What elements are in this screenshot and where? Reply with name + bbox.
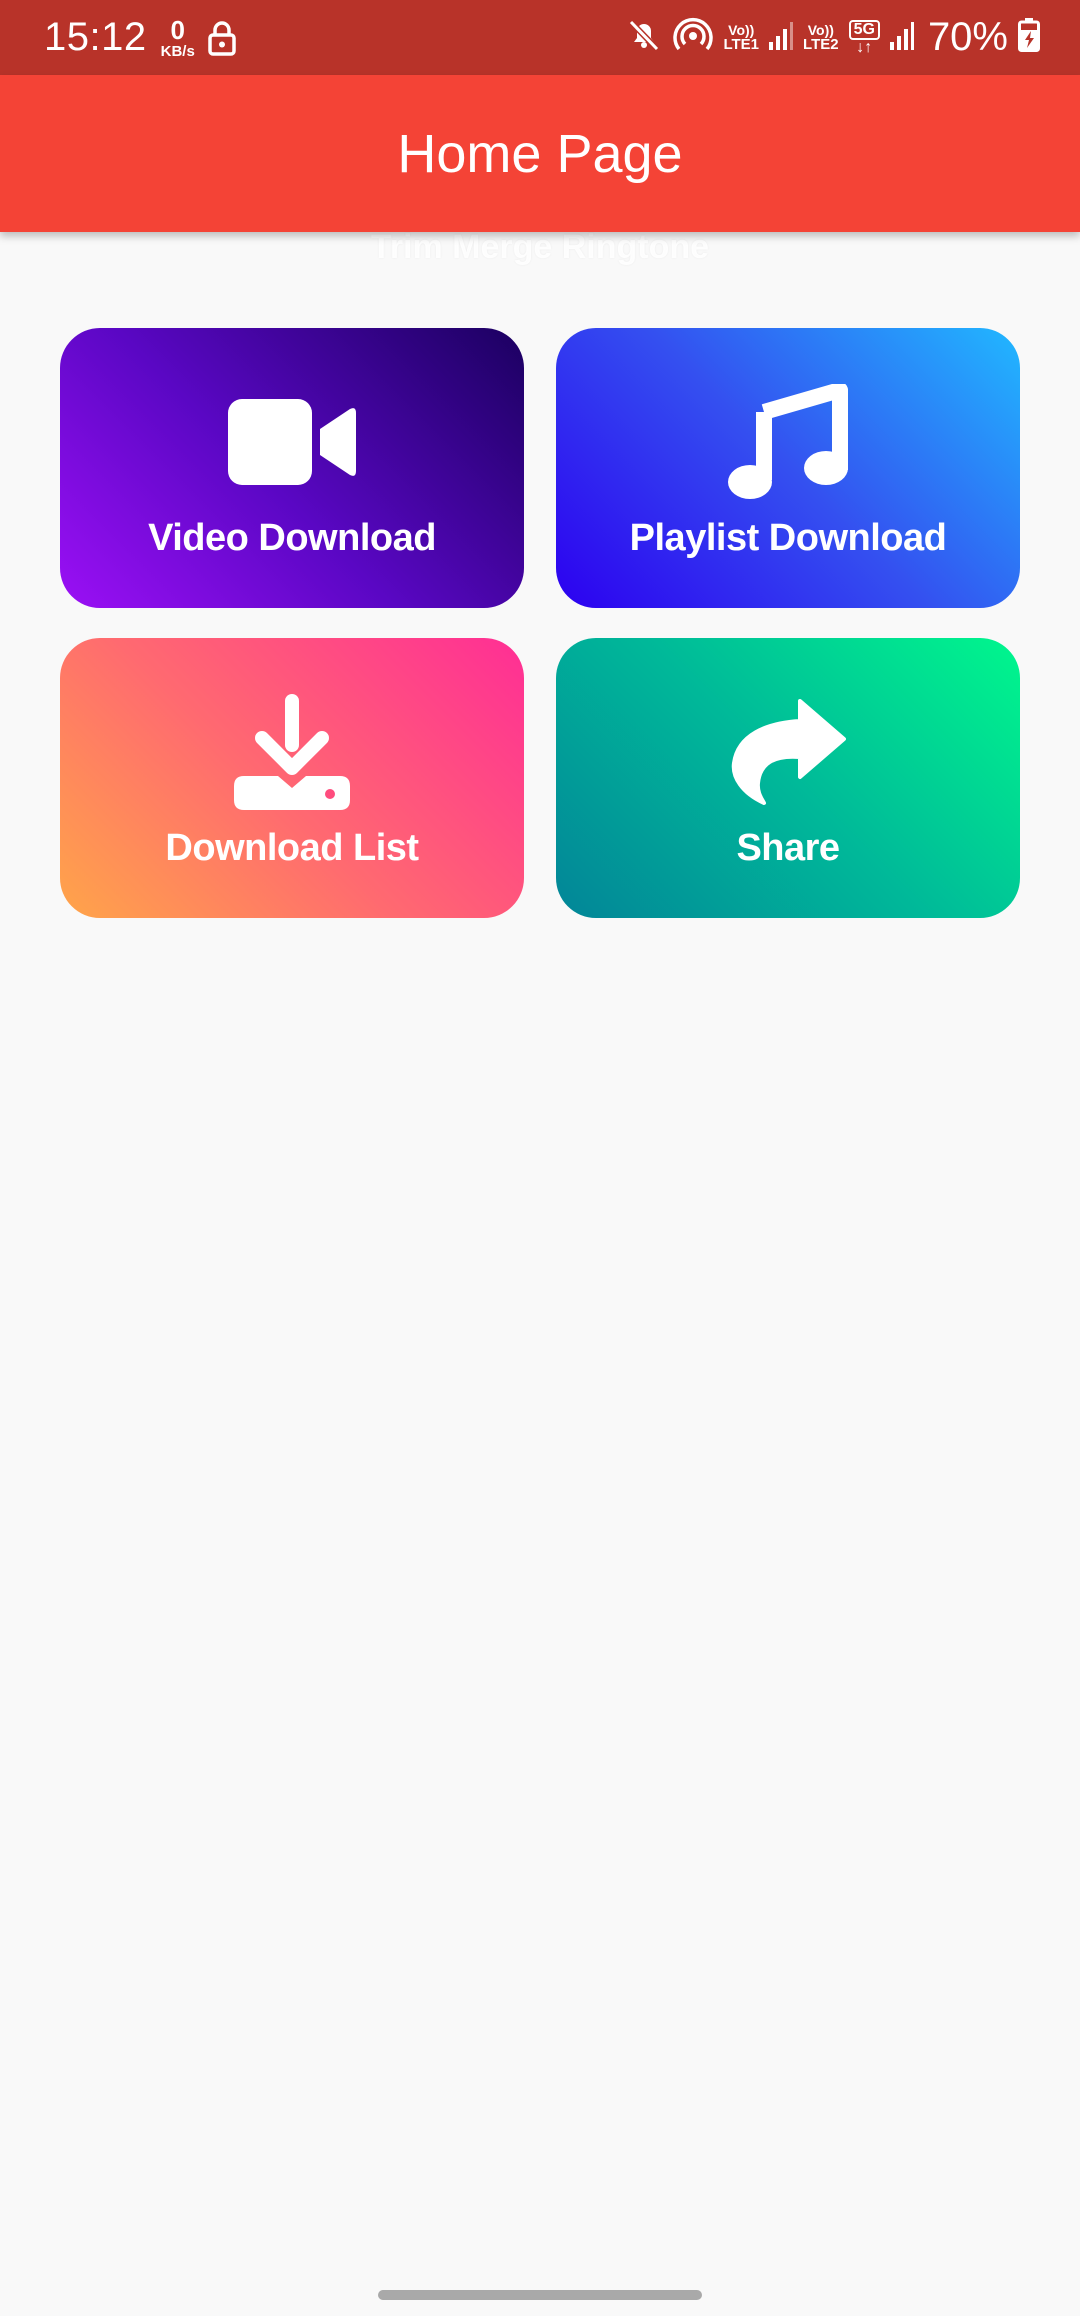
status-bar-left: 15:12 0 KB/s — [44, 15, 237, 60]
subtitle-text: Trim Merge Ringtone — [370, 228, 710, 266]
download-tray-icon — [234, 687, 350, 817]
share-label: Share — [736, 826, 840, 869]
sim1-volte-text: Vo)) — [728, 22, 755, 38]
playlist-download-label: Playlist Download — [629, 516, 947, 559]
status-bar: 15:12 0 KB/s Vo)) LTE1 Vo)) LTE2 5G ↓↑ 7… — [0, 0, 1080, 75]
network-speed-unit: KB/s — [160, 42, 195, 60]
download-list-label: Download List — [165, 826, 419, 869]
signal-icon — [889, 20, 914, 55]
feature-grid: Video Download Playlist Download Downloa… — [60, 328, 1020, 918]
signal-icon — [769, 20, 794, 55]
sim2-volte-indicator: Vo)) LTE2 — [803, 23, 839, 52]
video-download-button[interactable]: Video Download — [60, 328, 524, 608]
music-note-icon — [728, 377, 848, 507]
share-button[interactable]: Share — [556, 638, 1020, 918]
status-bar-right: Vo)) LTE1 Vo)) LTE2 5G ↓↑ 70% — [615, 15, 1040, 60]
status-time: 15:12 — [44, 15, 147, 59]
playlist-download-button[interactable]: Playlist Download — [556, 328, 1020, 608]
battery-percentage: 70% — [927, 15, 1008, 59]
sim2-lte-text: LTE2 — [803, 36, 839, 53]
download-list-button[interactable]: Download List — [60, 638, 524, 918]
network-type-text: 5G — [848, 19, 880, 40]
battery-charging-icon — [1018, 18, 1040, 57]
video-camera-icon — [228, 377, 356, 507]
share-arrow-icon — [730, 687, 846, 817]
hotspot-icon — [673, 16, 714, 59]
network-speed-value: 0 — [170, 14, 185, 45]
data-activity-icon: ↓↑ — [856, 38, 873, 56]
home-indicator[interactable] — [378, 2290, 702, 2300]
video-download-label: Video Download — [148, 516, 436, 559]
sim2-volte-text: Vo)) — [807, 22, 834, 38]
app-bar: Home Page — [0, 75, 1080, 232]
network-type-badge: 5G ↓↑ — [848, 19, 880, 56]
page-title: Home Page — [397, 123, 683, 184]
lock-icon — [207, 20, 237, 56]
network-speed: 0 KB/s — [161, 17, 195, 59]
sim1-volte-indicator: Vo)) LTE1 — [723, 23, 759, 52]
mute-icon — [625, 16, 663, 59]
sim1-lte-text: LTE1 — [723, 36, 760, 53]
